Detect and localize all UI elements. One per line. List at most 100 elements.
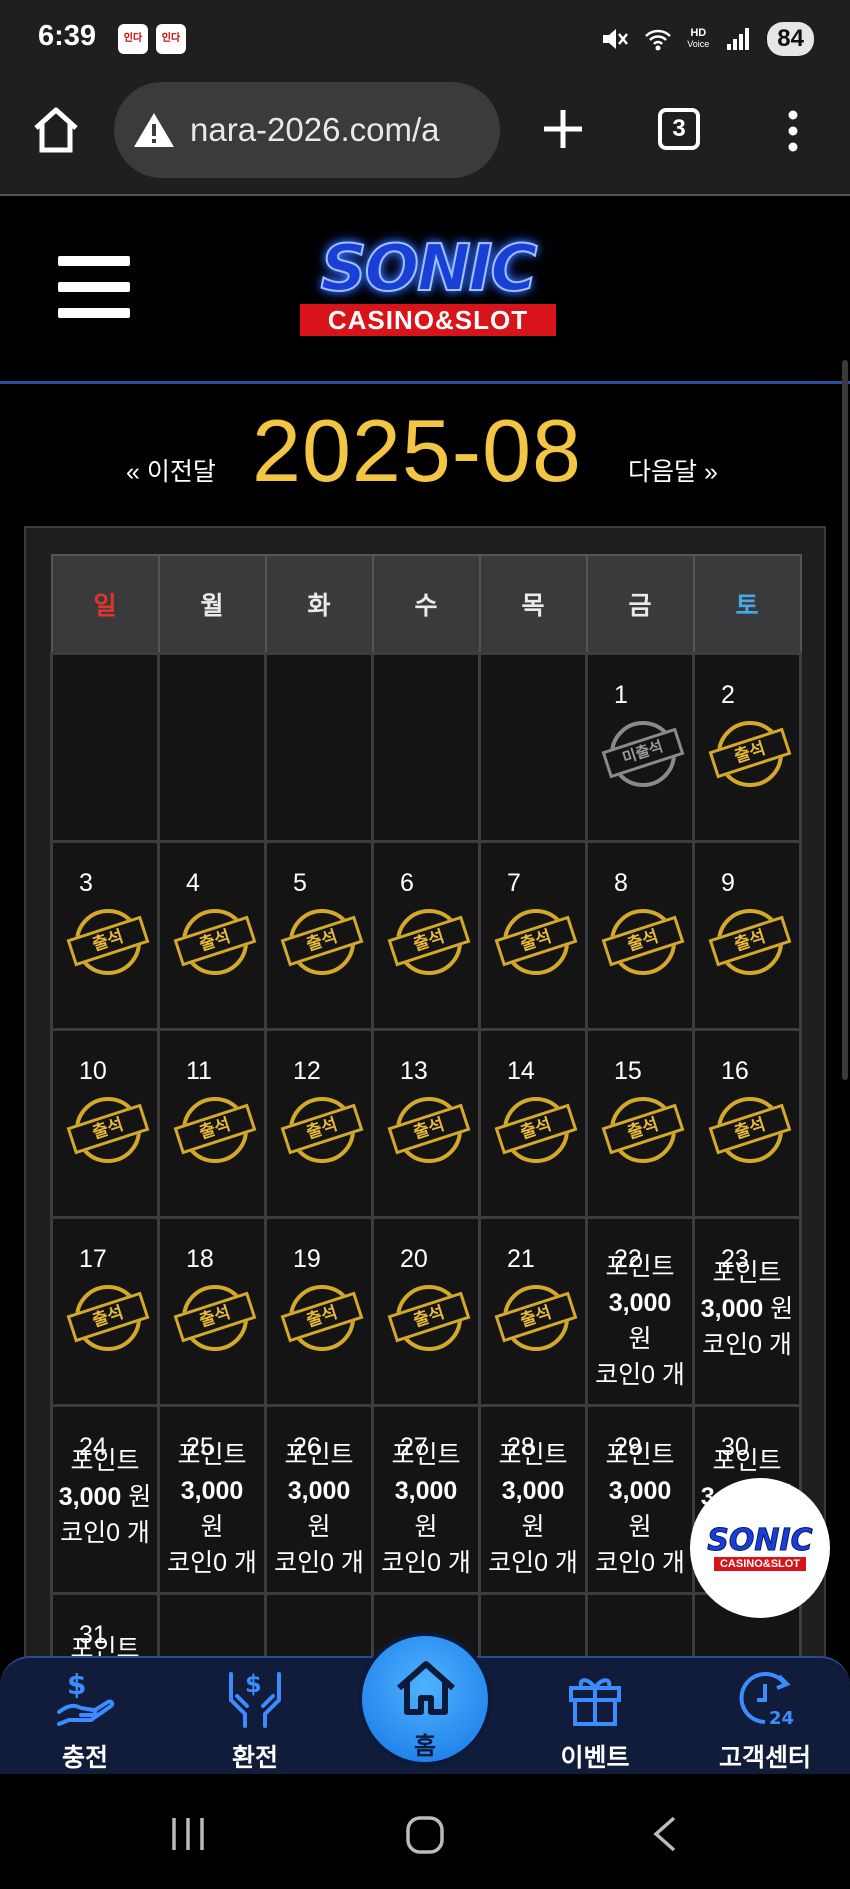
day-number: 21 xyxy=(507,1244,535,1273)
weekday-mon: 월 xyxy=(157,554,267,654)
week-row: 17 출석 18 출석 19 출석 20 출석 21 출석 22 포인트 3,000 원 코인0 … xyxy=(50,1215,802,1407)
day-cell: 4 출석 xyxy=(157,839,267,1031)
support-24h-icon: 24 xyxy=(739,1672,794,1729)
warning-icon[interactable] xyxy=(132,110,176,150)
system-navigation-bar xyxy=(0,1774,850,1889)
attended-stamp-icon: 출석 xyxy=(66,905,150,979)
day-number: 2 xyxy=(721,680,735,709)
nav-charge[interactable]: $ 충전 xyxy=(20,1666,150,1774)
logo-main-text: SONIC xyxy=(320,232,539,306)
home-nav-icon[interactable] xyxy=(404,1814,446,1856)
day-number: 18 xyxy=(186,1244,214,1273)
nav-support[interactable]: 24 고객센터 xyxy=(700,1666,830,1774)
day-cell: 2 출석 xyxy=(692,651,802,843)
attended-stamp-icon: 출석 xyxy=(494,1093,578,1167)
charge-icon: $ xyxy=(57,1668,115,1726)
day-number: 16 xyxy=(721,1056,749,1085)
tab-switcher-button[interactable]: 3 xyxy=(658,108,700,150)
attended-stamp-icon: 출석 xyxy=(601,905,685,979)
more-menu-icon[interactable] xyxy=(776,108,810,154)
home-icon xyxy=(397,1661,455,1715)
week-row: 1 미출석 2 출석 xyxy=(50,651,802,843)
weekday-wed: 수 xyxy=(371,554,481,654)
attended-stamp-icon: 출석 xyxy=(280,1093,364,1167)
nav-home-button[interactable]: 홈 xyxy=(358,1632,492,1766)
back-icon[interactable] xyxy=(650,1814,680,1854)
day-cell: 1 미출석 xyxy=(585,651,695,843)
battery-indicator: 84 xyxy=(767,22,814,56)
day-number: 7 xyxy=(507,868,521,897)
weekday-thu: 목 xyxy=(478,554,588,654)
hd-voice-icon: HD Voice xyxy=(687,27,710,50)
address-bar[interactable]: nara-2026.com/a xyxy=(114,82,500,178)
new-tab-icon[interactable] xyxy=(540,106,586,152)
reward-info: 포인트 3,000 원 코인0 개 xyxy=(381,1440,471,1577)
nav-support-label: 고객센터 xyxy=(718,1744,811,1772)
weekday-sun: 일 xyxy=(50,554,160,654)
weekday-fri: 금 xyxy=(585,554,695,654)
svg-text:$: $ xyxy=(245,1670,262,1698)
hamburger-menu-icon[interactable] xyxy=(58,256,130,318)
recent-apps-icon[interactable] xyxy=(168,1814,208,1854)
attended-stamp-icon: 출석 xyxy=(708,717,792,791)
browser-toolbar: nara-2026.com/a 3 xyxy=(0,78,850,196)
attended-stamp-icon: 출석 xyxy=(387,1093,471,1167)
day-cell: 22 포인트 3,000 원 코인0 개 xyxy=(585,1215,695,1407)
day-cell: 17 출석 xyxy=(50,1215,160,1407)
day-cell: 21 출석 xyxy=(478,1215,588,1407)
day-number: 3 xyxy=(79,868,93,897)
day-cell: 16 출석 xyxy=(692,1027,802,1219)
day-cell: 19 출석 xyxy=(264,1215,374,1407)
day-cell: 7 출석 xyxy=(478,839,588,1031)
nav-event[interactable]: 이벤트 xyxy=(530,1666,660,1774)
gift-icon xyxy=(569,1678,621,1726)
day-cell: 14 출석 xyxy=(478,1027,588,1219)
logo-sub-text: CASINO&SLOT xyxy=(300,304,556,336)
day-cell: 11 출석 xyxy=(157,1027,267,1219)
month-title: 2025-08 xyxy=(252,401,582,500)
attended-stamp-icon: 출석 xyxy=(494,905,578,979)
empty-day-cell xyxy=(50,651,160,843)
day-cell: 15 출석 xyxy=(585,1027,695,1219)
notification-icon: 인다 xyxy=(118,24,148,54)
attended-stamp-icon: 출석 xyxy=(280,1281,364,1355)
day-cell: 26 포인트 3,000 원 코인0 개 xyxy=(264,1403,374,1595)
reward-info: 포인트 3,000 원 코인0 개 xyxy=(488,1440,578,1577)
attended-stamp-icon: 출석 xyxy=(280,905,364,979)
attended-stamp-icon: 출석 xyxy=(173,1093,257,1167)
status-time: 6:39 xyxy=(38,20,97,52)
day-number: 20 xyxy=(400,1244,428,1273)
svg-text:24: 24 xyxy=(769,1708,794,1729)
reward-info: 포인트 3,000 원 코인0 개 xyxy=(595,1440,685,1577)
day-cell: 28 포인트 3,000 원 코인0 개 xyxy=(478,1403,588,1595)
attended-stamp-icon: 출석 xyxy=(66,1093,150,1167)
day-cell: 12 출석 xyxy=(264,1027,374,1219)
day-number: 4 xyxy=(186,868,200,897)
weekday-sat: 토 xyxy=(692,554,802,654)
day-number: 12 xyxy=(293,1056,321,1085)
nav-exchange-label: 환전 xyxy=(231,1744,278,1772)
floating-logo-button[interactable]: SONIC CASINO&SLOT xyxy=(690,1478,830,1618)
day-cell: 29 포인트 3,000 원 코인0 개 xyxy=(585,1403,695,1595)
day-number: 14 xyxy=(507,1056,535,1085)
empty-day-cell xyxy=(264,651,374,843)
prev-month-link[interactable]: « 이전달 xyxy=(126,452,216,488)
nav-exchange[interactable]: $ 환전 xyxy=(190,1666,320,1774)
day-cell: 24 포인트 3,000 원 코인0 개 xyxy=(50,1403,160,1595)
home-icon[interactable] xyxy=(30,104,82,156)
day-number: 6 xyxy=(400,868,414,897)
nav-event-label: 이벤트 xyxy=(560,1744,630,1772)
day-number: 9 xyxy=(721,868,735,897)
next-month-link[interactable]: 다음달 » xyxy=(628,452,718,488)
day-number: 19 xyxy=(293,1244,321,1273)
attended-stamp-icon: 출석 xyxy=(494,1281,578,1355)
attended-stamp-icon: 출석 xyxy=(173,905,257,979)
nav-charge-label: 충전 xyxy=(61,1744,108,1772)
weekday-tue: 화 xyxy=(264,554,374,654)
url-text: nara-2026.com/a xyxy=(190,111,440,148)
attended-stamp-icon: 출석 xyxy=(708,1093,792,1167)
day-number: 10 xyxy=(79,1056,107,1085)
attended-stamp-icon: 출석 xyxy=(173,1281,257,1355)
site-logo[interactable]: SONIC CASINO&SLOT xyxy=(278,232,578,342)
day-cell: 5 출석 xyxy=(264,839,374,1031)
